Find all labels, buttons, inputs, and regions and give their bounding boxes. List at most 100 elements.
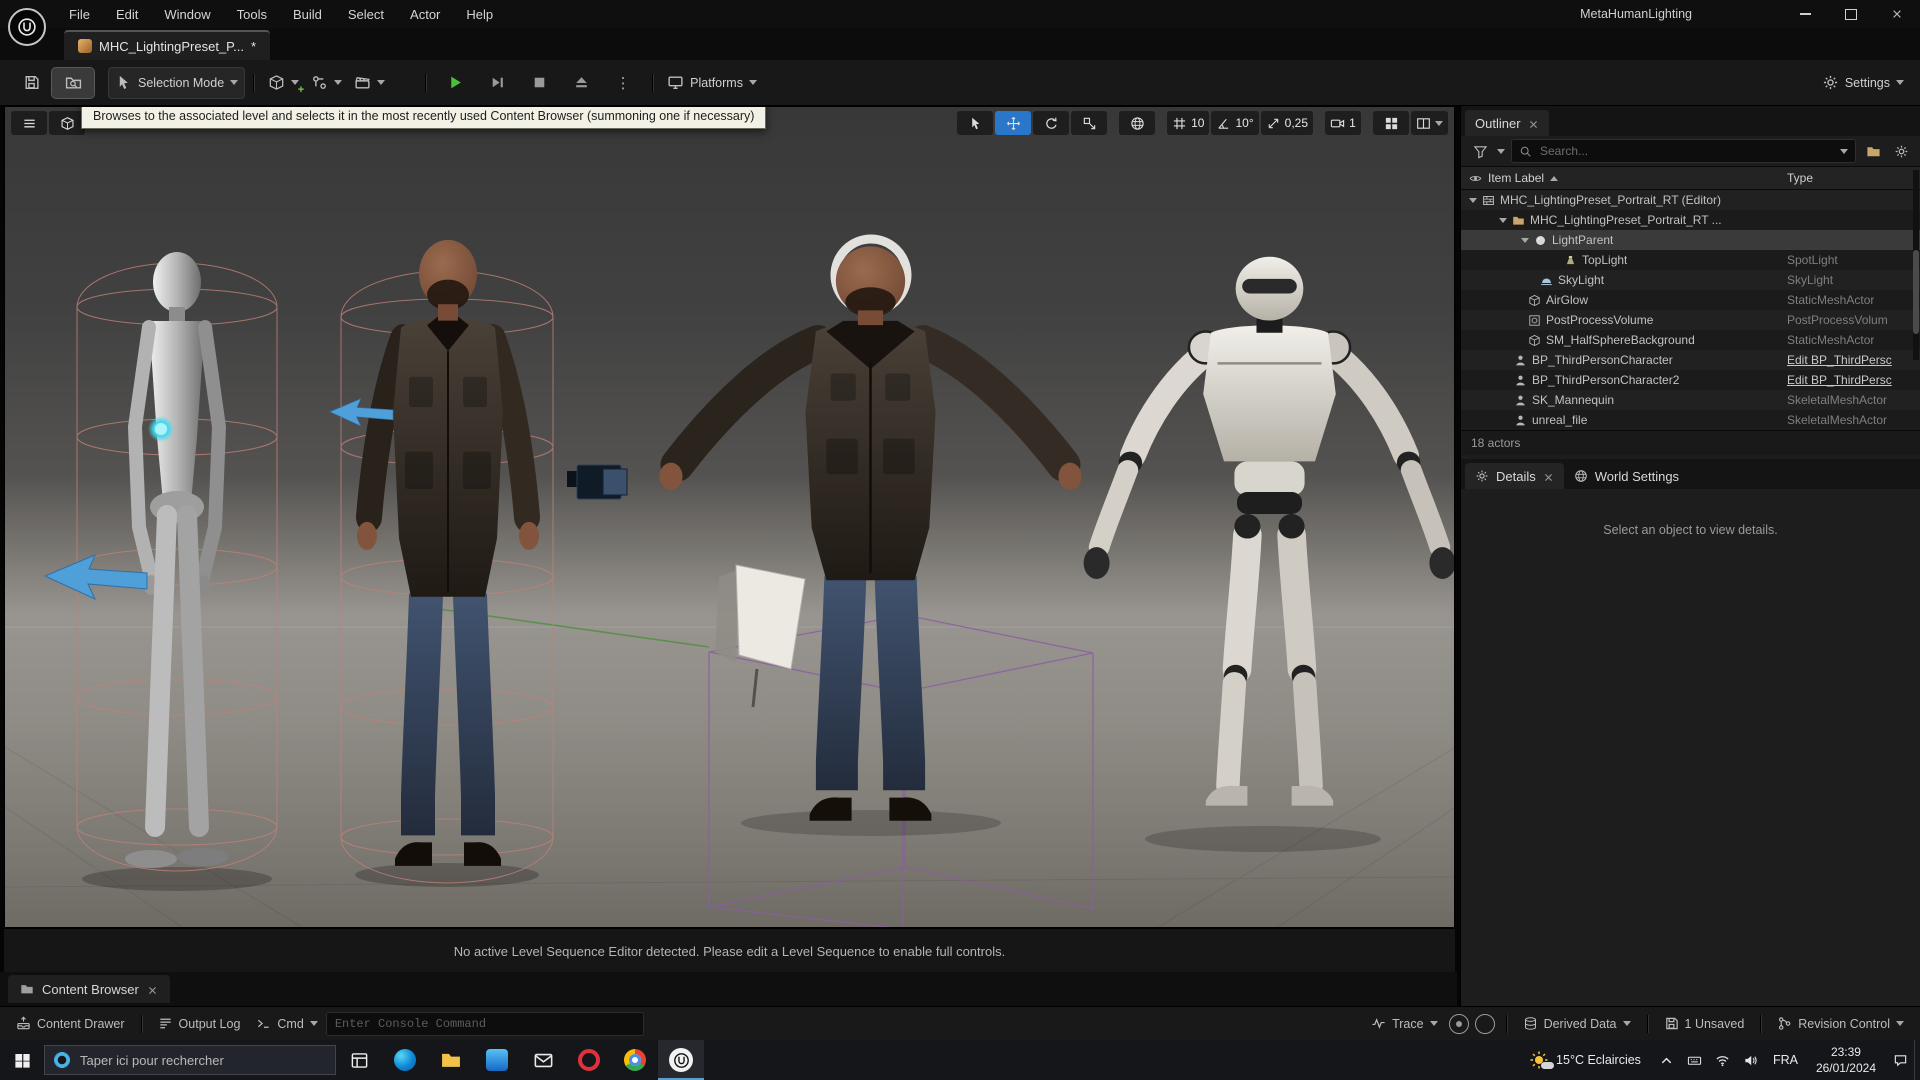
weather-widget[interactable]: 15°C Eclaircies: [1517, 1040, 1653, 1080]
table-row[interactable]: unreal_file SkeletalMeshActor: [1461, 410, 1920, 430]
rotation-snap-toggle[interactable]: 10°: [1211, 111, 1259, 135]
filter-button[interactable]: [1469, 140, 1491, 162]
maximize-button[interactable]: [1828, 0, 1874, 28]
select-tool-button[interactable]: [957, 111, 994, 135]
start-button[interactable]: [0, 1040, 44, 1080]
close-details-button[interactable]: [1543, 469, 1554, 484]
platforms-dropdown[interactable]: Platforms: [661, 68, 763, 98]
menu-window[interactable]: Window: [153, 3, 221, 26]
chrome-app-button[interactable]: [612, 1040, 658, 1080]
add-actor-button[interactable]: +: [262, 68, 305, 98]
selection-mode-dropdown[interactable]: Selection Mode: [108, 66, 246, 99]
play-button[interactable]: [434, 68, 476, 98]
content-browser-tab[interactable]: Content Browser: [8, 975, 170, 1003]
opera-app-button[interactable]: [566, 1040, 612, 1080]
table-row[interactable]: SkyLight SkyLight: [1461, 270, 1920, 290]
menu-edit[interactable]: Edit: [105, 3, 149, 26]
table-row[interactable]: SK_Mannequin SkeletalMeshActor: [1461, 390, 1920, 410]
camera-speed-button[interactable]: 1: [1325, 111, 1361, 135]
close-tab-button[interactable]: [147, 982, 158, 997]
scrollbar-thumb[interactable]: [1913, 250, 1919, 334]
console-input[interactable]: [325, 1011, 644, 1036]
output-log-button[interactable]: Output Log: [150, 1011, 249, 1037]
cmd-dropdown[interactable]: Cmd: [248, 1011, 325, 1037]
taskbar-search-input[interactable]: [78, 1051, 326, 1069]
mail-app-button[interactable]: [520, 1040, 566, 1080]
grid-snap-toggle[interactable]: 10: [1167, 111, 1210, 135]
add-folder-button[interactable]: [1862, 140, 1884, 162]
table-row[interactable]: TopLight SpotLight: [1461, 250, 1920, 270]
rotate-tool-button[interactable]: [1033, 111, 1070, 135]
column-type[interactable]: Type: [1787, 171, 1813, 185]
table-row-selected[interactable]: LightParent: [1461, 230, 1920, 250]
menu-actor[interactable]: Actor: [399, 3, 451, 26]
show-desktop-button[interactable]: [1914, 1040, 1920, 1080]
table-row[interactable]: AirGlow StaticMeshActor: [1461, 290, 1920, 310]
outliner-search[interactable]: [1511, 139, 1856, 163]
taskbar-search[interactable]: [44, 1045, 336, 1075]
browse-to-level-button[interactable]: [51, 66, 95, 99]
close-button[interactable]: [1874, 0, 1920, 28]
clock[interactable]: 23:39 26/01/2024: [1806, 1044, 1886, 1076]
expander-icon[interactable]: [1521, 237, 1529, 243]
viewport-options-button[interactable]: [11, 111, 47, 135]
volume-button[interactable]: [1737, 1040, 1765, 1080]
network-button[interactable]: [1709, 1040, 1737, 1080]
expander-icon[interactable]: [1499, 217, 1507, 223]
frame-skip-button[interactable]: [476, 68, 518, 98]
notification-center-button[interactable]: [1886, 1040, 1914, 1080]
world-space-toggle[interactable]: [1119, 111, 1156, 135]
view-mode-button[interactable]: [49, 111, 85, 135]
store-app-button[interactable]: [474, 1040, 520, 1080]
scale-snap-toggle[interactable]: 0,25: [1260, 111, 1313, 135]
settings-dropdown[interactable]: Settings: [1816, 68, 1910, 98]
outliner-search-input[interactable]: [1538, 143, 1834, 159]
minimize-button[interactable]: [1782, 0, 1828, 28]
expander-icon[interactable]: [1469, 197, 1477, 203]
viewport-split-button[interactable]: [1411, 111, 1448, 135]
table-row[interactable]: BP_ThirdPersonCharacter Edit BP_ThirdPer…: [1461, 350, 1920, 370]
menu-help[interactable]: Help: [455, 3, 504, 26]
outliner-settings-button[interactable]: [1890, 140, 1912, 162]
viewport-layout-button[interactable]: [1373, 111, 1409, 135]
screenshot-button[interactable]: [1474, 1013, 1495, 1034]
table-row[interactable]: PostProcessVolume PostProcessVolum: [1461, 310, 1920, 330]
outliner-scrollbar[interactable]: [1913, 170, 1919, 360]
table-row[interactable]: BP_ThirdPersonCharacter2 Edit BP_ThirdPe…: [1461, 370, 1920, 390]
edge-app-button[interactable]: [382, 1040, 428, 1080]
unsaved-button[interactable]: 1 Unsaved: [1656, 1011, 1753, 1037]
play-options-button[interactable]: ⋮: [602, 68, 644, 98]
edit-blueprint-link[interactable]: Edit BP_ThirdPersc: [1787, 370, 1892, 390]
table-row[interactable]: MHC_LightingPreset_Portrait_RT ...: [1461, 210, 1920, 230]
language-indicator[interactable]: FRA: [1765, 1053, 1806, 1067]
task-view-button[interactable]: [336, 1040, 382, 1080]
eject-button[interactable]: [560, 68, 602, 98]
3d-viewport[interactable]: 10 10° 0,25 1 Browses to the associated …: [4, 106, 1455, 928]
blueprints-button[interactable]: [305, 68, 348, 98]
stop-button[interactable]: [518, 68, 560, 98]
close-outliner-button[interactable]: [1528, 116, 1539, 131]
menu-tools[interactable]: Tools: [226, 3, 278, 26]
content-drawer-button[interactable]: Content Drawer: [8, 1011, 133, 1037]
scale-tool-button[interactable]: [1071, 111, 1108, 135]
insights-button[interactable]: [1448, 1013, 1469, 1034]
eye-icon[interactable]: [1469, 172, 1482, 185]
tab-details[interactable]: Details: [1465, 463, 1564, 489]
menu-select[interactable]: Select: [337, 3, 395, 26]
outliner-column-header[interactable]: Item Label Type: [1461, 166, 1920, 190]
asset-tab[interactable]: MHC_LightingPreset_P... *: [64, 30, 271, 60]
hidden-icons-button[interactable]: [1653, 1040, 1681, 1080]
edit-blueprint-link[interactable]: Edit BP_ThirdPersc: [1787, 350, 1892, 370]
column-item-label[interactable]: Item Label: [1488, 171, 1544, 185]
tab-world-settings[interactable]: World Settings: [1564, 463, 1689, 489]
trace-dropdown[interactable]: Trace: [1363, 1011, 1446, 1037]
save-button[interactable]: [10, 68, 52, 98]
menu-file[interactable]: File: [58, 3, 101, 26]
unreal-app-button[interactable]: [658, 1040, 704, 1080]
move-tool-button[interactable]: [995, 111, 1032, 135]
file-explorer-button[interactable]: [428, 1040, 474, 1080]
menu-build[interactable]: Build: [282, 3, 333, 26]
revision-control-dropdown[interactable]: Revision Control: [1769, 1011, 1912, 1037]
tab-outliner[interactable]: Outliner: [1465, 110, 1549, 136]
derived-data-dropdown[interactable]: Derived Data: [1515, 1011, 1639, 1037]
